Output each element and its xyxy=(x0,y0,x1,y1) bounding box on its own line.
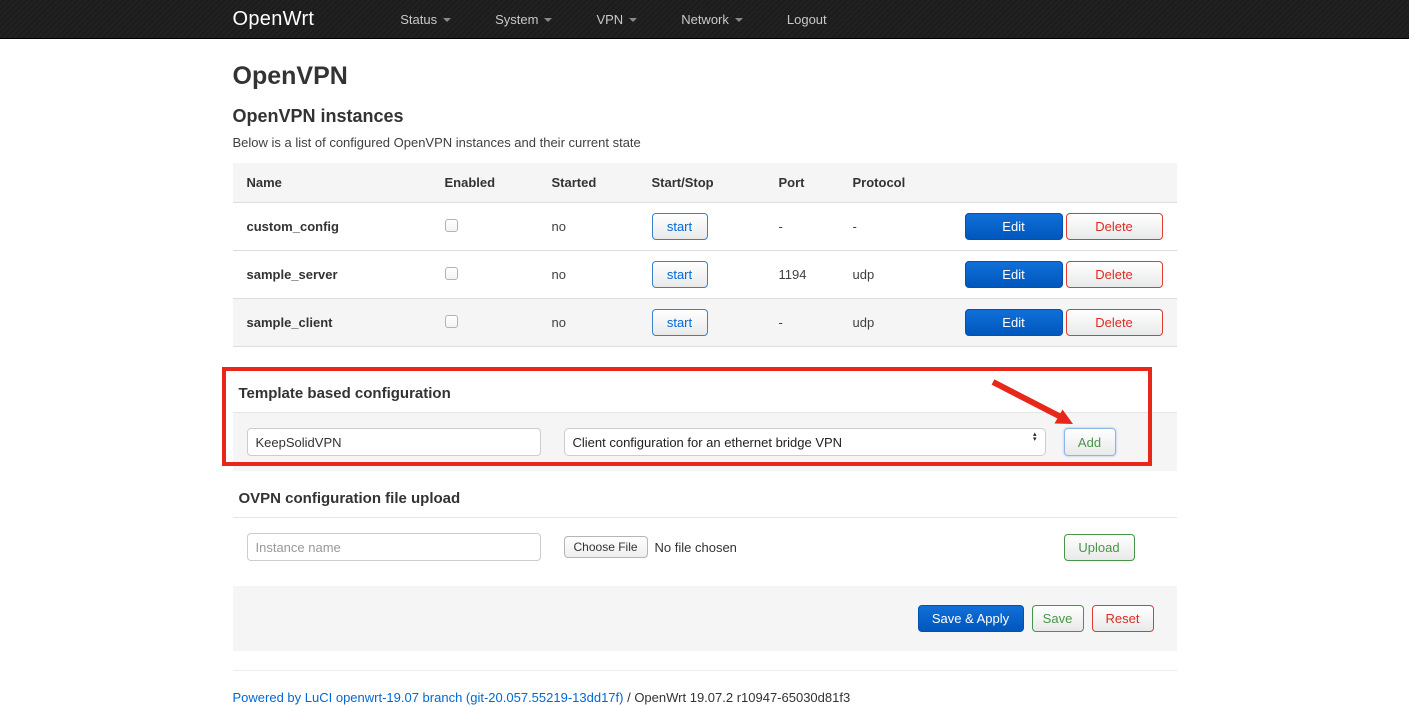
table-row: sample_server no start 1194 udp Edit Del… xyxy=(232,250,1177,299)
enabled-checkbox[interactable] xyxy=(444,219,458,232)
table-row: sample_client no start - udp Edit Delete xyxy=(232,298,1177,347)
started-status: no xyxy=(537,298,638,347)
choose-file-button[interactable]: Choose File xyxy=(563,536,648,558)
template-select[interactable]: Client configuration for an ethernet bri… xyxy=(563,428,1046,456)
edit-button[interactable]: Edit xyxy=(964,309,1063,336)
nav-item-label: Status xyxy=(400,11,438,27)
footer-divider xyxy=(232,670,1177,671)
template-select-wrap: Client configuration for an ethernet bri… xyxy=(563,428,1046,456)
chevron-down-icon xyxy=(629,18,638,22)
ovpn-upload-section: OVPN configuration file upload Choose Fi… xyxy=(232,482,1177,576)
nav-item-label: Logout xyxy=(786,11,827,27)
navbar-inner: OpenWrt Status System VPN Network Logout xyxy=(233,0,1177,38)
template-instance-name-input[interactable] xyxy=(246,428,541,456)
enabled-checkbox[interactable] xyxy=(444,315,458,328)
add-button[interactable]: Add xyxy=(1063,428,1116,456)
nav-item-status[interactable]: Status xyxy=(389,0,462,38)
started-status: no xyxy=(537,202,638,251)
chevron-down-icon xyxy=(443,18,452,22)
col-header-startstop: Start/Stop xyxy=(637,163,765,203)
instances-table: Name Enabled Started Start/Stop Port Pro… xyxy=(232,163,1177,347)
chevron-down-icon xyxy=(544,18,553,22)
col-header-started: Started xyxy=(537,163,638,203)
col-header-actions xyxy=(950,163,1177,203)
save-apply-button[interactable]: Save & Apply xyxy=(917,605,1024,632)
instances-description: Below is a list of configured OpenVPN in… xyxy=(232,135,641,150)
no-file-chosen-text: No file chosen xyxy=(654,539,737,555)
delete-button[interactable]: Delete xyxy=(1065,261,1163,288)
port-value: - xyxy=(764,298,839,347)
enabled-checkbox[interactable] xyxy=(444,267,458,280)
template-config-heading: Template based configuration xyxy=(232,377,1177,413)
edit-button[interactable]: Edit xyxy=(964,213,1063,240)
instances-heading: OpenVPN instances xyxy=(232,106,404,126)
ovpn-upload-row: Choose File No file chosen Upload xyxy=(233,518,1177,576)
start-button[interactable]: start xyxy=(651,261,708,288)
start-button[interactable]: start xyxy=(651,309,708,336)
nav-item-label: VPN xyxy=(596,11,624,27)
col-header-port: Port xyxy=(764,163,839,203)
save-button[interactable]: Save xyxy=(1031,605,1084,632)
table-row: custom_config no start - - Edit Delete xyxy=(232,202,1177,251)
upload-button[interactable]: Upload xyxy=(1063,533,1135,561)
col-header-protocol: Protocol xyxy=(838,163,951,203)
action-bar: Save & Apply Save Reset xyxy=(232,586,1177,651)
brand-logo[interactable]: OpenWrt xyxy=(233,8,315,31)
nav-item-label: System xyxy=(495,11,539,27)
upload-instance-name-input[interactable] xyxy=(246,533,541,561)
file-input-control: Choose File No file chosen xyxy=(563,536,737,558)
instance-name: sample_server xyxy=(232,250,431,299)
delete-button[interactable]: Delete xyxy=(1065,213,1163,240)
start-button[interactable]: start xyxy=(651,213,708,240)
nav-item-logout[interactable]: Logout xyxy=(776,0,838,38)
template-config-row: Client configuration for an ethernet bri… xyxy=(232,413,1177,471)
table-header-row: Name Enabled Started Start/Stop Port Pro… xyxy=(232,163,1177,203)
protocol-value: udp xyxy=(838,250,951,299)
instance-name: sample_client xyxy=(232,298,431,347)
ovpn-upload-heading: OVPN configuration file upload xyxy=(232,482,1177,518)
delete-button[interactable]: Delete xyxy=(1065,309,1163,336)
page-title: OpenVPN xyxy=(232,62,348,90)
col-header-name: Name xyxy=(232,163,431,203)
instance-name: custom_config xyxy=(232,202,431,251)
started-status: no xyxy=(537,250,638,299)
navbar: OpenWrt Status System VPN Network Logout xyxy=(0,0,1409,39)
protocol-value: udp xyxy=(838,298,951,347)
port-value: 1194 xyxy=(764,250,839,299)
footer: Powered by LuCI openwrt-19.07 branch (gi… xyxy=(233,690,1177,705)
port-value: - xyxy=(764,202,839,251)
nav-item-network[interactable]: Network xyxy=(670,0,754,38)
chevron-down-icon xyxy=(734,18,743,22)
col-header-enabled: Enabled xyxy=(430,163,538,203)
nav-item-label: Network xyxy=(681,11,729,27)
nav-item-vpn[interactable]: VPN xyxy=(585,0,648,38)
footer-version-text: / OpenWrt 19.07.2 r10947-65030d81f3 xyxy=(623,690,851,705)
template-config-section: Template based configuration Client conf… xyxy=(232,377,1177,471)
reset-button[interactable]: Reset xyxy=(1091,605,1154,632)
main-content: OpenVPN OpenVPN instances Below is a lis… xyxy=(232,62,1177,705)
edit-button[interactable]: Edit xyxy=(964,261,1063,288)
footer-link[interactable]: Powered by LuCI openwrt-19.07 branch (gi… xyxy=(233,690,624,705)
nav-item-system[interactable]: System xyxy=(484,0,563,38)
protocol-value: - xyxy=(838,202,951,251)
